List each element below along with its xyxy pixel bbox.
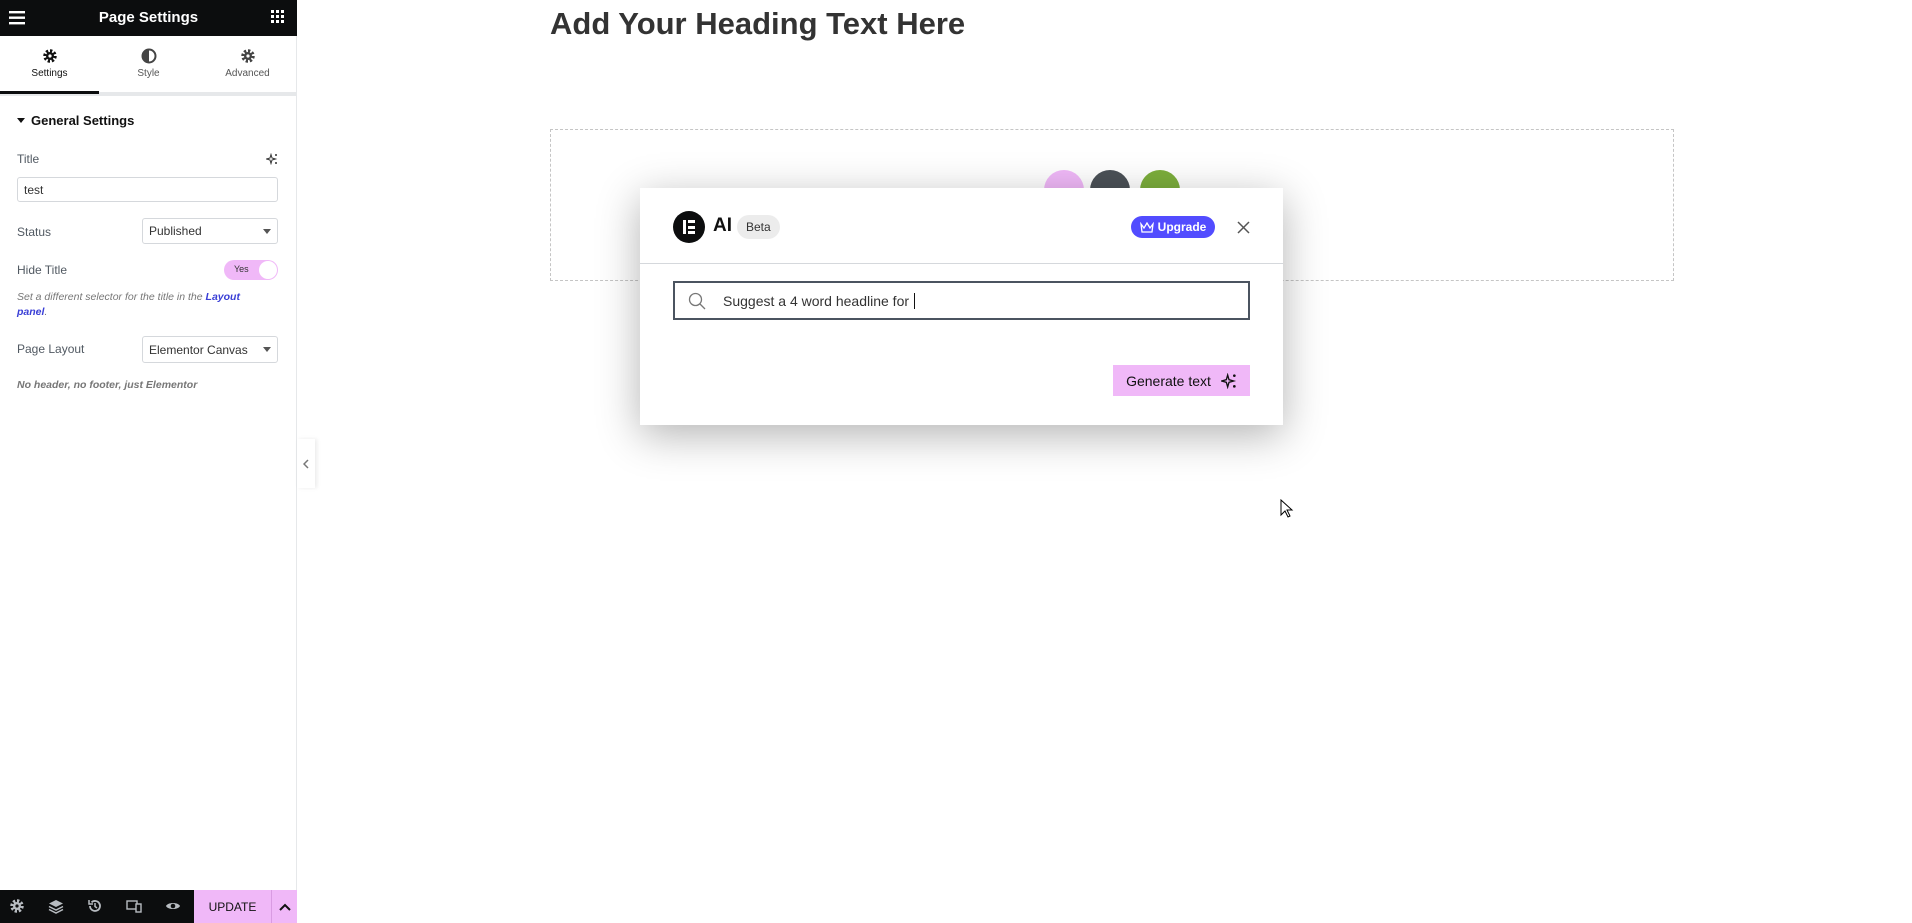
section-general-settings[interactable]: General Settings [17, 113, 134, 128]
tab-label: Advanced [225, 68, 270, 79]
chevron-down-icon [263, 347, 271, 352]
ai-sparkle-icon[interactable] [266, 153, 278, 165]
active-tab-indicator [0, 91, 99, 94]
section-title: General Settings [31, 113, 135, 128]
history-icon[interactable] [87, 898, 103, 914]
gear-icon [42, 49, 57, 63]
modal-divider [640, 263, 1283, 264]
chevron-left-icon [303, 458, 309, 469]
generate-label: Generate text [1126, 372, 1211, 389]
preview-eye-icon[interactable] [165, 898, 181, 914]
help-text: Set a different selector for the title i… [17, 291, 206, 303]
page-layout-select[interactable]: Elementor Canvas [142, 336, 278, 363]
prompt-input[interactable]: Suggest a 4 word headline for [673, 281, 1250, 320]
contrast-icon [141, 48, 156, 64]
status-select[interactable]: Published [142, 218, 278, 244]
tab-style[interactable]: Style [99, 36, 198, 93]
gear-icon [240, 49, 255, 63]
toggle-label: Yes [234, 264, 249, 274]
page-layout-label: Page Layout [17, 342, 85, 356]
crown-icon [1139, 221, 1154, 233]
tab-label: Style [137, 68, 160, 79]
close-icon[interactable] [1237, 221, 1250, 234]
apps-grid-icon[interactable] [271, 10, 285, 24]
caret-down-icon [17, 118, 25, 123]
modal-title: AI [713, 215, 732, 236]
tab-advanced[interactable]: Advanced [198, 36, 297, 93]
hide-title-label: Hide Title [17, 263, 68, 277]
status-value: Published [149, 224, 202, 238]
prompt-text: Suggest a 4 word headline for [723, 292, 915, 309]
hide-title-help: Set a different selector for the title i… [17, 290, 267, 320]
mouse-cursor-icon [1280, 499, 1294, 518]
chevron-down-icon [263, 228, 271, 234]
panel-title: Page Settings [98, 9, 199, 26]
settings-gear-icon[interactable] [9, 898, 25, 914]
tab-label: Settings [31, 68, 68, 79]
collapse-panel-button[interactable] [297, 439, 315, 488]
hide-title-toggle[interactable]: Yes [224, 260, 278, 280]
generate-text-button[interactable]: Generate text [1113, 365, 1250, 396]
ai-modal: AI Beta Upgrade Suggest a 4 word headlin… [640, 188, 1283, 425]
responsive-icon[interactable] [126, 898, 142, 914]
upgrade-button[interactable]: Upgrade [1131, 216, 1215, 238]
update-button[interactable]: UPDATE [194, 890, 271, 923]
toggle-knob [259, 261, 277, 279]
title-input[interactable]: test [17, 177, 278, 202]
panel-header: Page Settings [0, 0, 297, 36]
page-layout-note: No header, no footer, just Elementor [17, 379, 198, 391]
title-label: Title [17, 152, 40, 166]
settings-panel: Page Settings Settings Style Advanced Ge… [0, 0, 297, 923]
help-text-end: . [44, 306, 48, 318]
status-label: Status [17, 225, 52, 239]
upgrade-label: Upgrade [1157, 220, 1207, 234]
chevron-up-icon [278, 903, 291, 911]
search-icon [688, 292, 706, 309]
tab-settings[interactable]: Settings [0, 36, 99, 93]
page-heading[interactable]: Add Your Heading Text Here [550, 6, 965, 42]
layers-icon[interactable] [48, 898, 64, 914]
beta-badge: Beta [737, 215, 780, 239]
elementor-logo [673, 211, 705, 243]
ai-sparkle-icon [1220, 372, 1236, 389]
update-options-button[interactable] [271, 890, 297, 923]
layout-value: Elementor Canvas [149, 342, 248, 357]
